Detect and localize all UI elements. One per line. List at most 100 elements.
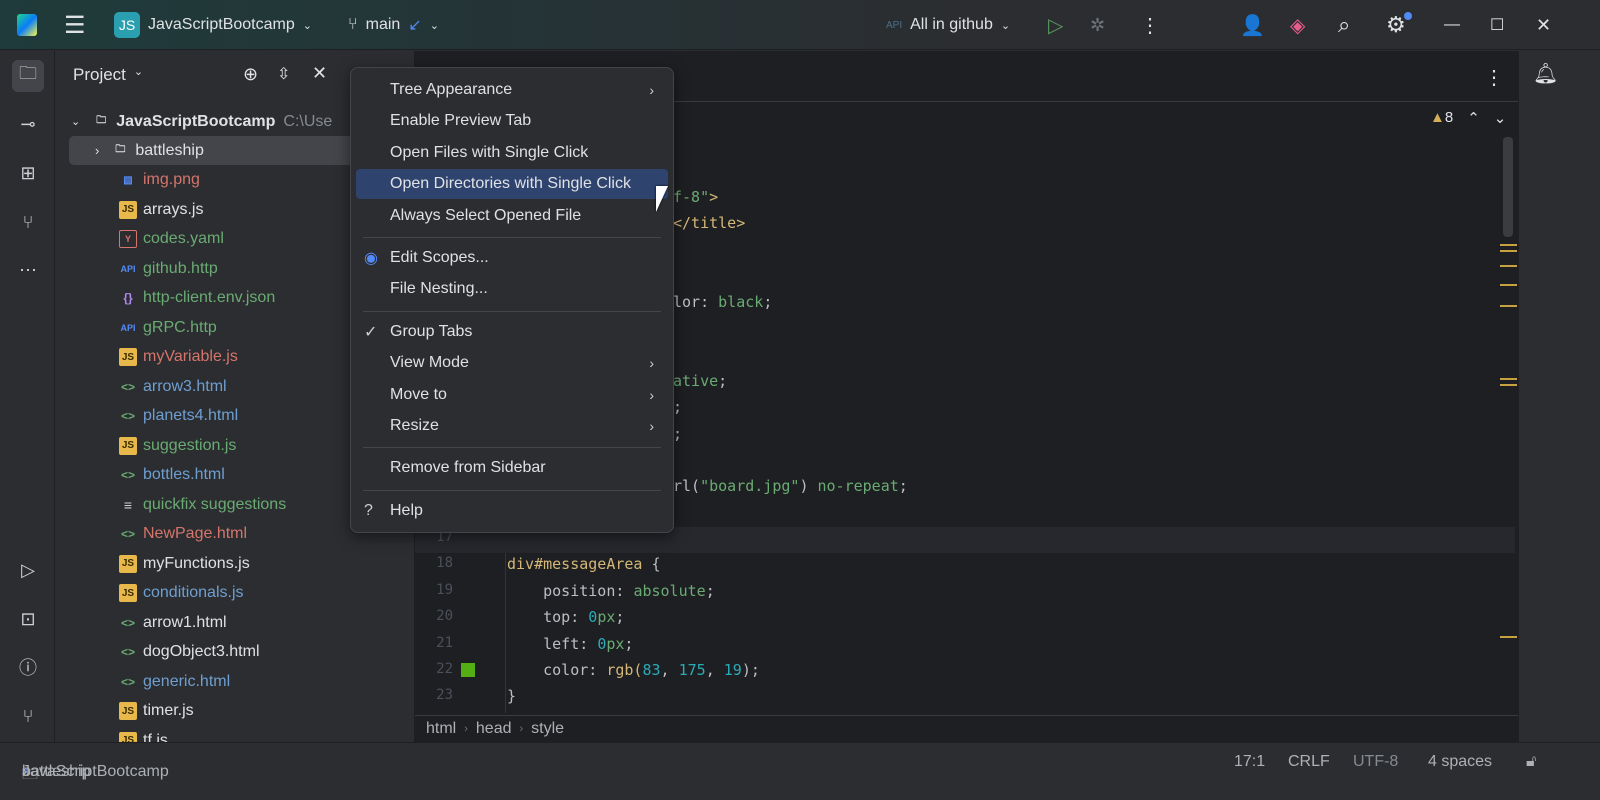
notifications-icon[interactable]: 🔔︎ [1533,61,1558,86]
more-icon[interactable]: ⋮ [1140,0,1160,50]
color-swatch[interactable] [461,663,475,677]
readonly-lock-icon[interactable]: 🔓︎ [1526,753,1536,771]
commit-icon[interactable]: ⊸ [12,108,44,140]
menu-item[interactable]: ✓ Group Tabs [356,317,668,347]
folder-file-icon: 🗀 [115,144,126,155]
tree-item-label: timer.js [143,702,194,719]
menu-item-label: Remove from Sidebar [390,459,546,477]
menu-item[interactable]: Open Directories with Single Click [356,169,668,200]
tree-item[interactable]: JS conditionals.js [55,579,415,608]
git-icon[interactable]: ⑂ [12,700,44,732]
html-file-icon: <> [120,468,135,482]
project-name: JavaScriptBootcamp [148,16,295,33]
main-menu-icon[interactable]: ☰ [64,0,86,50]
html-file-icon: <> [120,409,135,423]
menu-item[interactable]: Move to › [356,380,668,410]
menu-separator [363,237,661,238]
tree-item[interactable]: JS myFunctions.js [55,549,415,578]
breadcrumb-item[interactable]: head [476,720,512,738]
menu-item-label: View Mode [390,354,469,372]
code-line: div#messageArea { [507,555,661,574]
add-user-icon[interactable]: 👤 [1240,0,1265,50]
code-line: left: 0px; [507,634,634,653]
menu-item[interactable]: Remove from Sidebar [356,453,668,483]
previous-highlight-icon[interactable]: ⌃ [1467,109,1480,127]
menu-item-label: File Nesting... [390,280,488,298]
debug-icon[interactable]: ✲ [1090,0,1105,50]
close-button[interactable]: ✕ [1536,0,1551,50]
root-name: JavaScriptBootcamp [116,112,276,130]
menu-item[interactable]: Tree Appearance › [356,75,668,105]
file-encoding[interactable]: UTF-8 [1353,753,1398,771]
code-line: color: rgb(83, 175, 19); [507,661,760,679]
project-panel-title[interactable]: Project ⌄ [73,65,143,85]
menu-item-label: Always Select Opened File [390,206,582,224]
breadcrumb-item[interactable]: html [426,720,456,738]
menu-item[interactable]: ? Help [356,496,668,526]
menu-item[interactable]: Resize › [356,411,668,441]
problems-icon[interactable]: ⓘ [12,651,44,683]
branch-selector[interactable]: ⑂ main ↙ ⌄ [348,0,439,50]
services-icon[interactable]: ▷ [12,554,44,586]
tree-item[interactable]: <> generic.html [55,667,415,696]
mouse-cursor [656,186,668,212]
tree-item-label: myVariable.js [143,348,238,365]
collapse-all-icon[interactable]: ✕ [312,63,327,84]
search-icon[interactable]: ⌕ [1338,0,1350,50]
project-tool-icon[interactable]: 🗀 [12,60,44,92]
menu-item-label: Resize [390,417,439,434]
caret-position[interactable]: 17:1 [1234,753,1265,771]
scrollbar[interactable] [1503,137,1513,237]
tree-item[interactable]: <> arrow1.html [55,608,415,637]
code-line: } [507,687,517,706]
run-config-selector[interactable]: API All in github ⌄ [886,0,1010,50]
tree-item-label: http-client.env.json [143,289,276,306]
inspection-widget[interactable]: ▲8 ⌃ ⌄ [1430,109,1506,127]
tab-more-icon[interactable]: ⋮ [1484,65,1504,90]
menu-item[interactable]: Always Select Opened File [356,201,668,231]
scope-icon: ◉ [364,250,378,267]
right-tool-strip: 🔔︎ [1518,51,1568,742]
breadcrumb-separator: › [464,723,468,735]
line-number: 18 [436,555,453,572]
code-line: top: 0px; [507,608,625,627]
pull-requests-icon[interactable]: ⑂ [12,206,44,238]
settings-icon[interactable]: ⚙ [1386,0,1412,50]
menu-item[interactable]: View Mode › [356,348,668,378]
json-file-icon: {} [123,291,133,305]
project-selector[interactable]: JS JavaScriptBootcamp ⌄ [114,0,312,50]
project-badge: JS [114,12,140,38]
warning-icon: ▲ [1430,109,1445,126]
menu-item[interactable]: File Nesting... [356,274,668,304]
line-number: 19 [436,581,453,598]
menu-item[interactable]: Enable Preview Tab [356,106,668,136]
ai-assistant-icon[interactable]: ◈ [1290,0,1305,50]
indent-setting[interactable]: 4 spaces [1428,753,1492,771]
next-highlight-icon[interactable]: ⌄ [1494,109,1507,127]
tree-item[interactable]: JS timer.js [55,697,415,726]
folder-icon: 🗀 [96,115,107,126]
chevron-down-icon: ⌄ [133,66,144,78]
expand-collapse-icon[interactable]: ⇳ [277,64,290,84]
tree-item[interactable]: <> dogObject3.html [55,638,415,667]
status-bar: ▫ JavaScriptBootcamp › 🗀 battleship 17:1 CRL… [0,742,1600,784]
chevron-right-icon: › [649,82,654,98]
html-file-icon: <> [120,527,135,541]
minimize-button[interactable]: — [1444,0,1460,50]
path-folder[interactable]: battleship [22,763,91,781]
run-icon[interactable]: ▷ [1048,0,1063,50]
structure-icon[interactable]: ⊞ [12,157,44,189]
code-line: lor: black; [673,293,773,312]
locate-icon[interactable]: ⊕ [243,64,258,85]
more-tools-icon[interactable]: ⋯ [12,254,44,286]
tree-item-label: bottles.html [143,466,225,483]
menu-item[interactable]: ◉ Edit Scopes... [356,243,668,273]
chevron-right-icon: › [95,143,100,158]
terminal-icon[interactable]: ⊡ [12,603,44,635]
breadcrumb-item[interactable]: style [531,720,564,738]
menu-item-label: Open Files with Single Click [390,143,589,161]
maximize-button[interactable]: ☐ [1490,0,1504,50]
line-ending[interactable]: CRLF [1288,753,1330,771]
menu-item[interactable]: Open Files with Single Click [356,138,668,168]
image-file-icon: ▧ [123,174,133,186]
